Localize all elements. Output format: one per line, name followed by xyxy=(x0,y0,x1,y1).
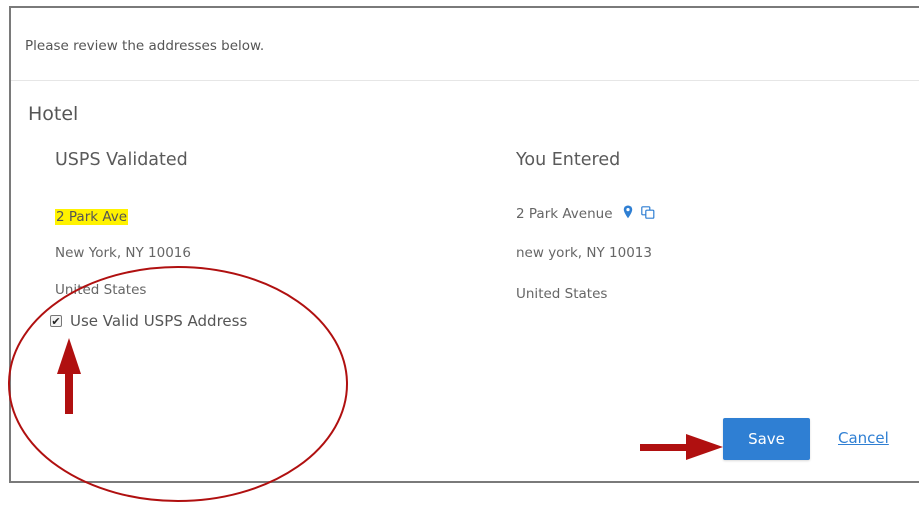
entered-street: 2 Park Avenue xyxy=(516,206,613,222)
usps-street-highlight: 2 Park Ave xyxy=(55,209,129,225)
you-entered-heading: You Entered xyxy=(516,150,621,170)
usps-country: United States xyxy=(55,282,147,298)
entered-city-state-zip: new york, NY 10013 xyxy=(516,245,652,261)
review-instruction: Please review the addresses below. xyxy=(25,38,265,54)
cancel-link[interactable]: Cancel xyxy=(838,429,889,447)
page: Please review the addresses below. Hotel… xyxy=(0,0,919,505)
usps-validated-heading: USPS Validated xyxy=(55,150,188,170)
entered-street-row: 2 Park Avenue xyxy=(516,205,655,223)
dialog-header: Please review the addresses below. xyxy=(11,8,919,81)
usps-city-state-zip: New York, NY 10016 xyxy=(55,245,191,261)
use-usps-address-row[interactable]: ✔ Use Valid USPS Address xyxy=(50,312,247,330)
checkmark-icon: ✔ xyxy=(51,314,61,328)
section-title: Hotel xyxy=(28,103,79,125)
save-button[interactable]: Save xyxy=(723,418,810,460)
copy-icon[interactable] xyxy=(641,205,655,223)
entered-country: United States xyxy=(516,286,608,302)
map-pin-icon[interactable] xyxy=(623,205,633,223)
use-usps-address-checkbox[interactable]: ✔ xyxy=(50,315,62,327)
usps-street: 2 Park Ave xyxy=(55,209,129,225)
use-usps-address-label: Use Valid USPS Address xyxy=(70,312,248,330)
